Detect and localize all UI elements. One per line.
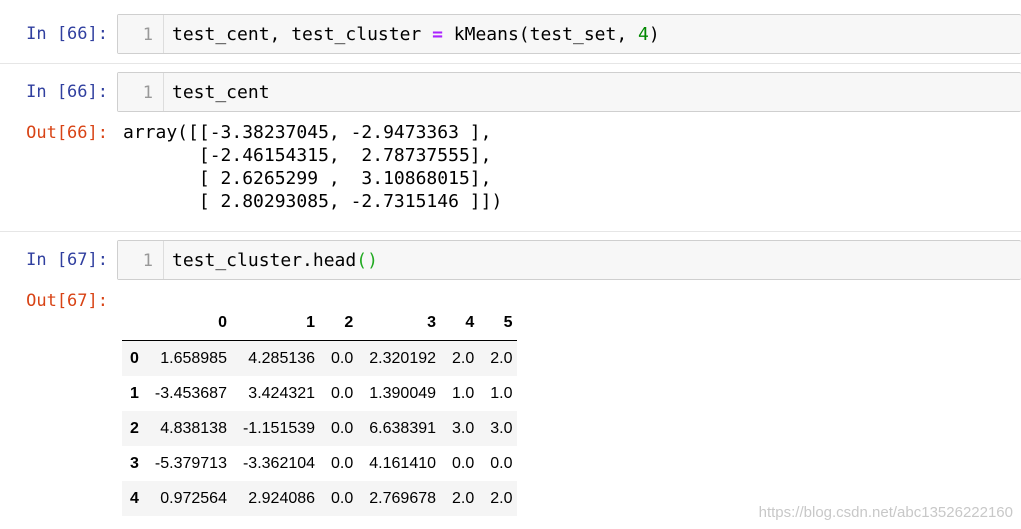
table-cell: 6.638391 [369,419,437,437]
cell-1-line-number: 1 [142,25,153,45]
row-index: 2 [130,419,139,437]
column-header: 5 [478,305,517,341]
table-cell: 0.0 [490,454,513,472]
cell-separator [0,231,1021,232]
table-cell: 2.0 [490,349,513,367]
table-cell: 0.972564 [160,489,227,507]
table-row: 3 -5.379713 -3.362104 0.0 4.161410 0.0 0… [122,446,517,481]
table-cell: 2.924086 [248,489,316,507]
table-cell: 1.658985 [160,349,227,367]
table-cell: -1.151539 [242,419,316,437]
dataframe-table: 0 1 2 3 4 5 0 1.658985 4.285136 0.0 2.32… [122,305,517,516]
cell-2-out-prompt: Out[66]: [26,123,108,143]
cell-2-input[interactable]: 1 test_cent [117,72,1021,112]
call-parens: () [356,250,378,271]
table-cell: 2.769678 [369,489,437,507]
assign-operator: = [432,24,443,45]
cell-3-line-number: 1 [142,251,153,271]
code-segment: test_cent [172,82,270,103]
cell-3-in-prompt: In [67]: [26,250,108,270]
cell-1-code[interactable]: test_cent, test_cluster = kMeans(test_se… [172,23,660,47]
row-index: 0 [130,349,139,367]
table-header-row: 0 1 2 3 4 5 [122,305,517,341]
column-header: 4 [440,305,479,341]
table-cell: 0.0 [331,349,354,367]
table-cell: 2.0 [452,349,475,367]
column-header: 3 [357,305,441,341]
table-cell: 0.0 [452,454,475,472]
column-header: 1 [230,305,320,341]
watermark-text: https://blog.csdn.net/abc13526222160 [758,504,1013,521]
row-index: 4 [130,489,139,507]
cell-3-input[interactable]: 1 test_cluster.head() [117,240,1021,280]
table-cell: 1.0 [452,384,475,402]
table-cell: 2.320192 [369,349,437,367]
cell-3-gutter: 1 [118,241,164,279]
cell-2-gutter: 1 [118,73,164,111]
cell-3-out-prompt: Out[67]: [26,291,108,311]
table-cell: 3.0 [452,419,475,437]
table-cell: 0.0 [331,454,354,472]
table-cell: -3.453687 [154,384,227,402]
cell-3-code[interactable]: test_cluster.head() [172,249,378,273]
table-cell: 2.0 [490,489,513,507]
code-segment: ) [648,24,660,45]
table-cell: -5.379713 [154,454,227,472]
table-cell: 1.390049 [369,384,437,402]
cell-1-in-prompt: In [66]: [26,24,108,44]
table-cell: 0.0 [331,419,354,437]
code-segment: kMeans(test_set, [442,24,639,45]
table-cell: 4.161410 [369,454,437,472]
table-row: 2 4.838138 -1.151539 0.0 6.638391 3.0 3.… [122,411,517,446]
number-literal: 4 [638,24,649,45]
cell-2-output: array([[-3.38237045, -2.9473363 ], [-2.4… [123,122,503,212]
column-header: 0 [142,305,231,341]
table-cell: -3.362104 [242,454,316,472]
cell-2-in-prompt: In [66]: [26,82,108,102]
table-cell: 3.424321 [248,384,316,402]
code-segment: test_cluster.head [172,250,357,271]
table-cell: 4.838138 [160,419,227,437]
cell-2-code[interactable]: test_cent [172,81,270,105]
table-cell: 3.0 [490,419,513,437]
cell-1-gutter: 1 [118,15,164,53]
code-segment: test_cent, test_cluster [172,24,433,45]
table-row: 4 0.972564 2.924086 0.0 2.769678 2.0 2.0 [122,481,517,516]
table-cell: 0.0 [331,384,354,402]
cell-1-input[interactable]: 1 test_cent, test_cluster = kMeans(test_… [117,14,1021,54]
table-cell: 4.285136 [248,349,316,367]
index-header [122,305,143,341]
table-row: 1 -3.453687 3.424321 0.0 1.390049 1.0 1.… [122,376,517,411]
cell-separator [0,63,1021,64]
row-index: 3 [130,454,139,472]
column-header: 2 [319,305,358,341]
table-cell: 1.0 [490,384,513,402]
table-row: 0 1.658985 4.285136 0.0 2.320192 2.0 2.0 [122,340,517,376]
table-cell: 2.0 [452,489,475,507]
row-index: 1 [130,384,139,402]
cell-2-line-number: 1 [142,83,153,103]
table-cell: 0.0 [331,489,354,507]
